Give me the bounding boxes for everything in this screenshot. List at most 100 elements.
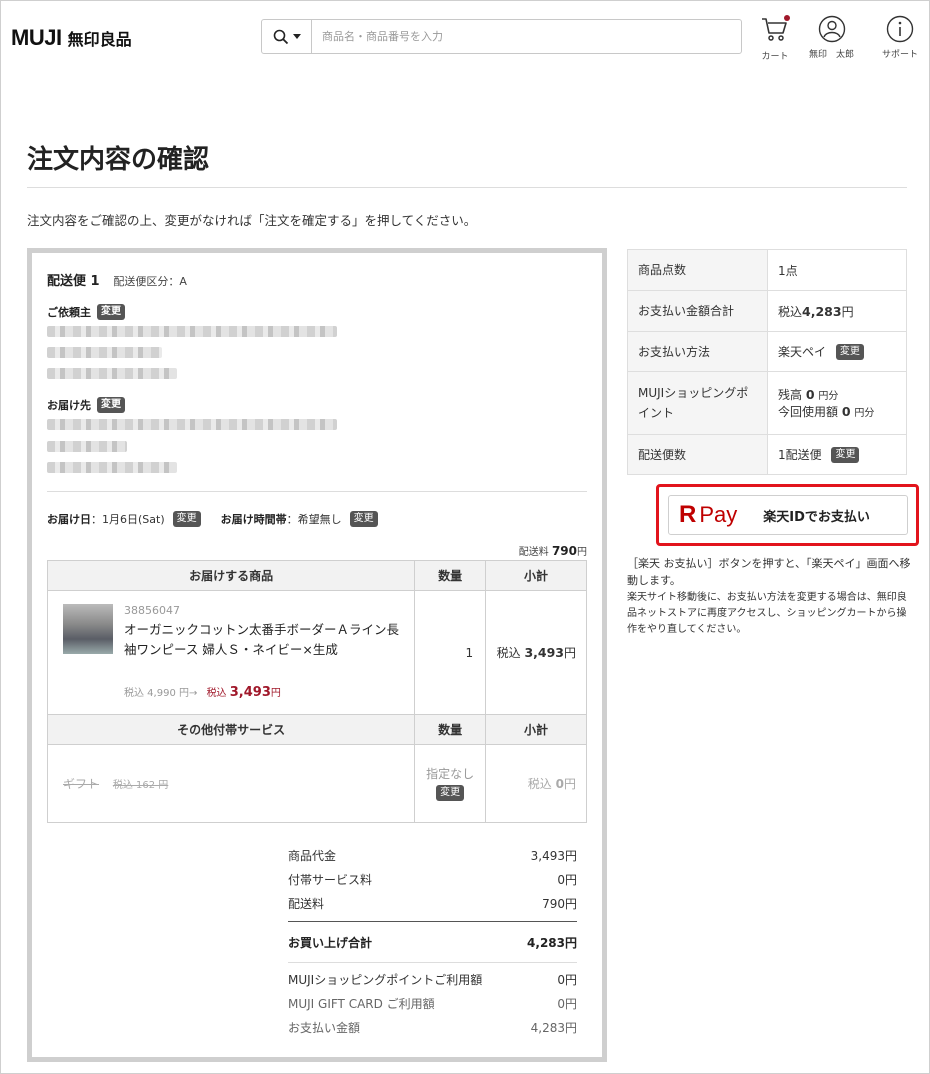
points-balance: 残高 0 円分: [778, 386, 896, 403]
info-total-value: 税込4,283円: [767, 290, 907, 332]
change-shipments-button[interactable]: 変更: [831, 447, 860, 464]
logo-ja-text: 無印良品: [67, 30, 132, 49]
delivery-time-value: ：希望無し: [286, 513, 342, 526]
shipment-title: 配送便 1: [47, 274, 100, 289]
summary-row-points: MUJIショッピングポイントご利用額 0円: [288, 967, 577, 991]
info-icon: [886, 15, 914, 43]
info-row-method: お支払い方法 楽天ペイ 変更: [627, 331, 907, 372]
order-info-table: 商品点数 1点 お支払い金額合計 税込4,283円 お支払い方法 楽天ペイ 変更…: [627, 249, 907, 475]
change-requester-button[interactable]: 変更: [97, 304, 125, 320]
info-points-value: 残高 0 円分 今回使用額 0 円分: [767, 371, 907, 435]
info-total-prefix: 税込: [778, 304, 803, 319]
info-points-label: MUJIショッピングポイント: [627, 371, 768, 435]
rakuten-pay-logo: R Pay: [679, 501, 737, 529]
cart-notification-dot: [784, 15, 790, 21]
shipment-header: 配送便 1 配送便区分：A: [47, 270, 187, 289]
recipient-section: お届け先 変更: [47, 397, 125, 413]
recipient-phone-redacted: [47, 462, 177, 473]
balance-prefix: 残高: [778, 388, 803, 402]
order-details-box: 配送便 1 配送便区分：A ご依頼主 変更 お届け先 変更 お届け日 ：1月6日…: [27, 248, 607, 1062]
search-scope-button[interactable]: [262, 20, 312, 53]
shipment-class: 配送便区分：A: [113, 275, 187, 288]
change-delivery-time-button[interactable]: 変更: [349, 511, 378, 527]
col-product-header: お届けする商品: [46, 560, 416, 591]
col-service-qty-header: 数量: [414, 714, 487, 745]
requester-address-redacted: [47, 326, 337, 337]
muji-logo[interactable]: MUJI 無印良品: [11, 25, 132, 51]
search-input[interactable]: [312, 30, 741, 43]
summary-label: 付帯サービス料: [288, 872, 373, 887]
account-button[interactable]: 無印 太郎: [809, 15, 854, 60]
summary-row-shipping: 配送料 790円: [288, 891, 577, 915]
new-price-unit: 円: [270, 688, 281, 699]
info-row-points: MUJIショッピングポイント 残高 0 円分 今回使用額 0 円分: [627, 371, 907, 435]
items-table: お届けする商品 数量 小計 38856047 オーガニックコットン太番手ボーダー…: [46, 560, 587, 823]
use-prefix: 今回使用額: [778, 405, 839, 419]
info-shipments-label: 配送便数: [627, 434, 768, 475]
shipping-fee-unit: 円: [577, 547, 587, 558]
info-row-shipments: 配送便数 1配送便 変更: [627, 434, 907, 475]
delivery-options: お届け日 ：1月6日(Sat) 変更 お届け時間帯 ：希望無し 変更: [47, 511, 378, 527]
info-row-count: 商品点数 1点: [627, 249, 907, 291]
service-subtotal-prefix: 税込: [527, 777, 552, 791]
service-qty-text: 指定なし: [426, 767, 475, 781]
service-subtotal: 税込 0円: [485, 744, 587, 823]
points-use: 今回使用額 0 円分: [778, 403, 896, 420]
requester-name-redacted: [47, 347, 162, 358]
requester-label: ご依頼主: [47, 306, 91, 319]
support-label: サポート: [882, 50, 919, 60]
recipient-name-redacted: [47, 441, 127, 452]
change-recipient-button[interactable]: 変更: [97, 397, 125, 413]
giftcard-label: MUJI GIFT CARD ご利用額: [288, 996, 435, 1011]
product-qty: 1: [414, 590, 487, 715]
table-row: 38856047 オーガニックコットン太番手ボーダーＡライン長袖ワンピース 婦人…: [46, 590, 587, 715]
rakuten-pay-button[interactable]: R Pay 楽天IDでお支払い: [668, 495, 908, 535]
product-new-price: 税込 3,493円: [207, 685, 281, 700]
product-sku: 38856047: [124, 604, 180, 617]
summary-row-services: 付帯サービス料 0円: [288, 867, 577, 891]
recipient-address-redacted: [47, 419, 337, 430]
product-name[interactable]: オーガニックコットン太番手ボーダーＡライン長袖ワンピース 婦人Ｓ・ネイビー×生成: [124, 620, 404, 660]
service-cell: ギフト 税込 162 円: [46, 744, 416, 823]
col-service-subtotal-header: 小計: [485, 714, 587, 745]
rakuten-pay-subnote: 楽天サイト移動後に、お支払い方法を変更する場合は、無印良品ネットストアに再度アク…: [627, 592, 907, 635]
rakuten-pay-label: 楽天IDでお支払い: [763, 509, 870, 525]
giftcard-value: 0円: [557, 996, 577, 1011]
product-prices: 税込 4,990 円→ 税込 3,493円: [124, 684, 281, 700]
service-name: ギフト: [63, 777, 100, 791]
change-service-button[interactable]: 変更: [436, 785, 465, 801]
requester-section: ご依頼主 変更: [47, 304, 125, 320]
caret-down-icon: [292, 33, 301, 39]
rpay-logo-pay: Pay: [699, 502, 738, 527]
product-old-price: 税込 4,990 円→: [124, 688, 198, 699]
summary-value: 3,493円: [530, 848, 577, 863]
items-table-header: お届けする商品 数量 小計: [46, 560, 587, 591]
page-title: 注文内容の確認: [27, 145, 210, 175]
cart-button[interactable]: カート: [760, 15, 790, 62]
info-method-text: 楽天ペイ: [778, 344, 827, 359]
service-table-header: その他付帯サービス 数量 小計: [46, 714, 587, 745]
new-price-value: 3,493: [229, 685, 271, 700]
info-total-amount: 4,283: [802, 303, 842, 319]
recipient-label: お届け先: [47, 399, 91, 412]
support-button[interactable]: サポート: [882, 15, 918, 60]
service-subtotal-value: 0: [555, 777, 564, 791]
shipping-fee-value: 790: [551, 544, 577, 558]
info-shipments-value: 1配送便 変更: [767, 434, 907, 475]
change-payment-method-button[interactable]: 変更: [835, 344, 864, 361]
points-value: 0円: [557, 972, 577, 987]
cart-label: カート: [761, 52, 789, 62]
summary-value: 790円: [542, 896, 577, 911]
info-total-unit: 円: [841, 304, 854, 319]
total-value: 4,283円: [527, 935, 577, 950]
search-icon: [273, 29, 288, 44]
change-delivery-date-button[interactable]: 変更: [172, 511, 201, 527]
payment-label: お支払い金額: [288, 1020, 361, 1035]
summary-row-total: お買い上げ合計 4,283円: [288, 921, 577, 963]
col-subtotal-header: 小計: [485, 560, 587, 591]
product-thumbnail[interactable]: [63, 604, 113, 654]
info-count-label: 商品点数: [627, 249, 768, 291]
logo-en-text: MUJI: [11, 25, 62, 50]
product-subtotal: 税込 3,493円: [485, 590, 587, 715]
requester-phone-redacted: [47, 368, 177, 379]
